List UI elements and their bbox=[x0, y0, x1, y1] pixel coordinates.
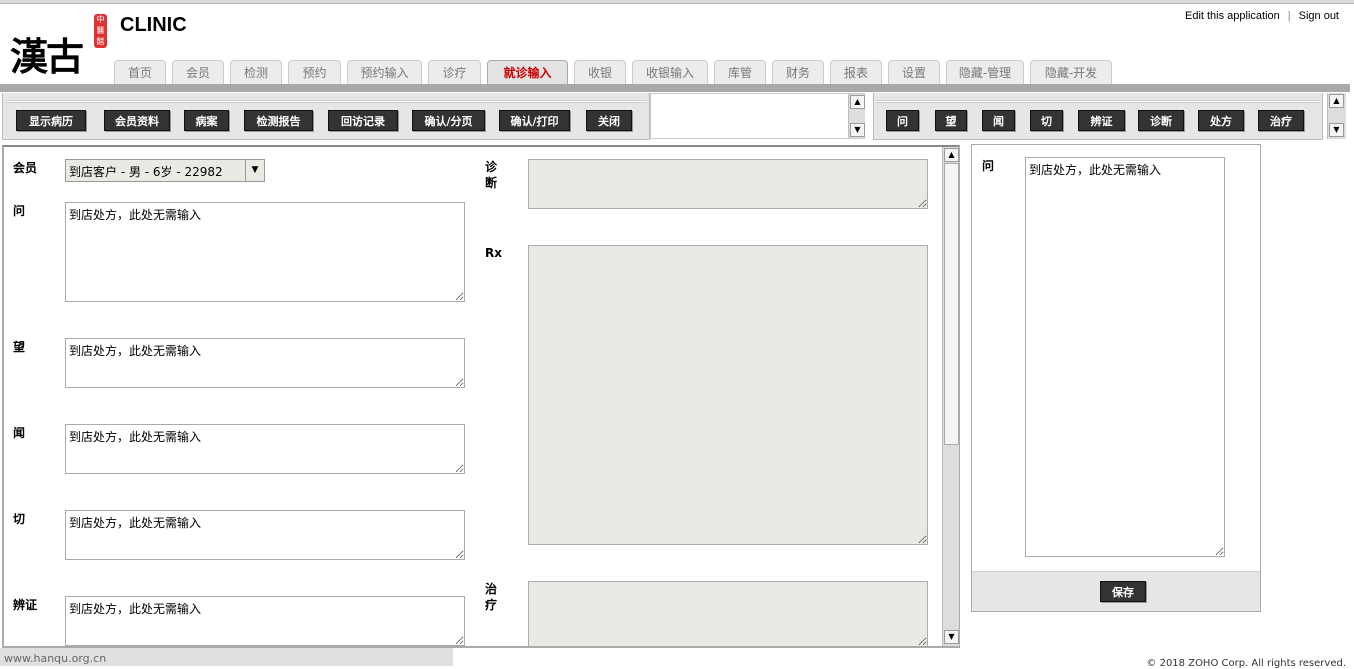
tab-10[interactable]: 财务 bbox=[772, 60, 824, 85]
left-toolbar: 显示病历 会员资料 病案 检测报告 回访记录 确认/分页 确认/打印 关闭 bbox=[2, 93, 650, 140]
section-button-2[interactable]: 闻 bbox=[982, 110, 1015, 131]
footer-url: www.hanqu.org.cn bbox=[0, 648, 453, 666]
tab-8[interactable]: 收银输入 bbox=[632, 60, 708, 85]
treatment-label: 治 疗 bbox=[485, 582, 498, 612]
app-title: CLINIC bbox=[120, 14, 187, 36]
logo-seal: 中醫館 bbox=[94, 14, 107, 48]
top-links: Edit this application | Sign out bbox=[1185, 10, 1339, 22]
logo: 漢古 中醫館 bbox=[8, 12, 107, 79]
toolbar-button-1[interactable]: 会员资料 bbox=[104, 110, 170, 131]
top-border bbox=[0, 0, 1354, 4]
tab-3[interactable]: 预约 bbox=[288, 60, 341, 85]
scroll-up-icon[interactable]: ▲ bbox=[1329, 94, 1344, 108]
tab-bar-divider bbox=[0, 84, 1350, 92]
tab-5[interactable]: 诊疗 bbox=[428, 60, 481, 85]
side-panel-footer: 保存 bbox=[972, 571, 1260, 611]
tab-2[interactable]: 检测 bbox=[230, 60, 282, 85]
section-button-4[interactable]: 辨证 bbox=[1078, 110, 1125, 131]
logo-text: 漢古 bbox=[10, 34, 84, 79]
side-panel: 问 到店处方，此处无需输入 保存 bbox=[971, 144, 1261, 612]
tab-1[interactable]: 会员 bbox=[172, 60, 224, 85]
scroll-thumb[interactable] bbox=[944, 163, 959, 445]
tab-9[interactable]: 库管 bbox=[714, 60, 766, 85]
scroll-down-icon[interactable]: ▼ bbox=[1329, 123, 1344, 137]
toolbar-overflow-area: ▲ ▼ bbox=[650, 93, 865, 139]
side-wen-label: 问 bbox=[982, 159, 995, 173]
tab-12[interactable]: 设置 bbox=[888, 60, 940, 85]
toolbar-scrollbar[interactable]: ▲ ▼ bbox=[848, 94, 865, 138]
tab-0[interactable]: 首页 bbox=[114, 60, 166, 85]
section-button-0[interactable]: 问 bbox=[886, 110, 919, 131]
scroll-up-icon[interactable]: ▲ bbox=[850, 95, 865, 109]
member-select[interactable]: 到店客户 - 男 - 6岁 - 22982 ▼ bbox=[65, 159, 265, 182]
edit-application-link[interactable]: Edit this application bbox=[1185, 10, 1280, 22]
toolbar-button-3[interactable]: 检测报告 bbox=[244, 110, 313, 131]
right-toolbar-scrollbar[interactable]: ▲ ▼ bbox=[1327, 93, 1346, 139]
wen-textarea[interactable]: 到店处方，此处无需输入 bbox=[65, 202, 465, 302]
member-label: 会员 bbox=[13, 161, 38, 175]
toolbar-button-5[interactable]: 确认/分页 bbox=[412, 110, 485, 131]
scroll-down-icon[interactable]: ▼ bbox=[850, 123, 865, 137]
tab-4[interactable]: 预约输入 bbox=[347, 60, 422, 85]
section-button-5[interactable]: 诊断 bbox=[1138, 110, 1184, 131]
section-button-3[interactable]: 切 bbox=[1030, 110, 1063, 131]
tab-11[interactable]: 报表 bbox=[830, 60, 882, 85]
right-toolbar: 问望闻切辨证 诊断 处方 治疗 bbox=[873, 93, 1323, 140]
section-button-7[interactable]: 治疗 bbox=[1258, 110, 1304, 131]
scroll-up-icon[interactable]: ▲ bbox=[944, 148, 959, 162]
bianzheng-textarea[interactable]: 到店处方，此处无需输入 bbox=[65, 596, 465, 646]
sign-out-link[interactable]: Sign out bbox=[1299, 10, 1339, 22]
section-button-6[interactable]: 处方 bbox=[1198, 110, 1244, 131]
footer-copyright: © 2018 ZOHO Corp. All rights reserved. bbox=[1146, 658, 1346, 669]
tab-13[interactable]: 隐藏-管理 bbox=[946, 60, 1024, 85]
qie-textarea[interactable]: 到店处方，此处无需输入 bbox=[65, 510, 465, 560]
member-select-value: 到店客户 - 男 - 6岁 - 22982 bbox=[69, 165, 223, 179]
wen-label: 问 bbox=[13, 204, 26, 218]
toolbar-button-0[interactable]: 显示病历 bbox=[16, 110, 86, 131]
tab-7[interactable]: 收银 bbox=[574, 60, 626, 85]
bianzheng-label: 辨证 bbox=[13, 598, 38, 612]
toolbar-button-4[interactable]: 回访记录 bbox=[328, 110, 398, 131]
section-button-1[interactable]: 望 bbox=[935, 110, 967, 131]
rx-textarea[interactable] bbox=[528, 245, 928, 545]
toolbar-button-7[interactable]: 关闭 bbox=[586, 110, 632, 131]
chevron-down-icon[interactable]: ▼ bbox=[245, 160, 264, 181]
wen2-textarea[interactable]: 到店处方，此处无需输入 bbox=[65, 424, 465, 474]
treatment-textarea[interactable] bbox=[528, 581, 928, 647]
rx-label: Rx bbox=[485, 246, 502, 260]
separator: | bbox=[1287, 10, 1291, 22]
diagnosis-textarea[interactable] bbox=[528, 159, 928, 209]
diagnosis-label: 诊 断 bbox=[485, 160, 498, 190]
qie-label: 切 bbox=[13, 512, 26, 526]
tab-6[interactable]: 就诊输入 bbox=[487, 60, 568, 85]
tab-14[interactable]: 隐藏-开发 bbox=[1030, 60, 1112, 85]
scroll-down-icon[interactable]: ▼ bbox=[944, 630, 959, 644]
save-button[interactable]: 保存 bbox=[1100, 581, 1146, 602]
toolbar-button-2[interactable]: 病案 bbox=[184, 110, 229, 131]
side-wen-textarea[interactable]: 到店处方，此处无需输入 bbox=[1025, 157, 1225, 557]
wen2-label: 闻 bbox=[13, 426, 26, 440]
wang-label: 望 bbox=[13, 340, 26, 354]
form-scrollbar[interactable]: ▲ ▼ bbox=[942, 147, 959, 646]
toolbar-button-6[interactable]: 确认/打印 bbox=[499, 110, 570, 131]
wang-textarea[interactable]: 到店处方，此处无需输入 bbox=[65, 338, 465, 388]
